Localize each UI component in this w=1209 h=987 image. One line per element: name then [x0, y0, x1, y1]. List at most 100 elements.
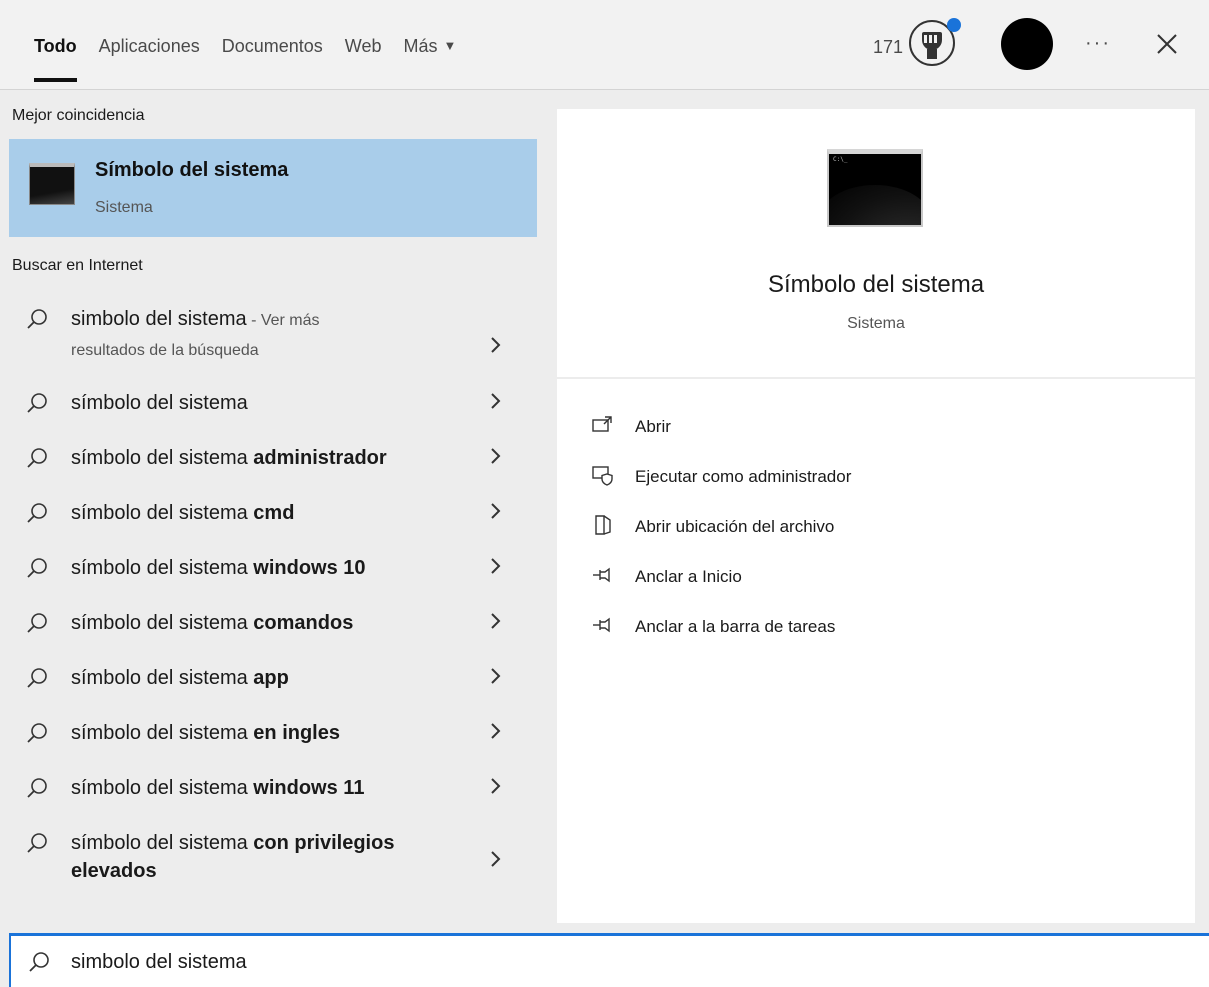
web-result-text: simbolo del sistema - Ver más resultados… [71, 305, 491, 365]
tab-aplicaciones[interactable]: Aplicaciones [99, 36, 200, 66]
web-search-header: Buscar en Internet [12, 257, 143, 274]
web-result-suffix: - Ver más [246, 312, 320, 329]
preview-header: C:\_ Símbolo del sistema Sistema [557, 109, 1195, 379]
search-input[interactable] [71, 946, 971, 978]
chevron-right-icon [489, 721, 503, 741]
suggestion-text: símbolo del sistema windows 11 [71, 774, 451, 802]
search-icon [27, 723, 47, 743]
suggestion-bold: en ingles [253, 722, 340, 744]
action-label: Anclar a la barra de tareas [635, 617, 836, 636]
search-icon [27, 448, 47, 468]
action-label: Abrir ubicación del archivo [635, 517, 835, 536]
suggestion-text: símbolo del sistema comandos [71, 609, 451, 637]
suggestion-bold: app [253, 667, 289, 689]
tab-documentos[interactable]: Documentos [222, 36, 323, 66]
chevron-right-icon [489, 335, 503, 355]
search-box [9, 933, 1209, 987]
command-prompt-large-icon: C:\_ [827, 149, 923, 227]
trophy-base [927, 49, 937, 59]
suggestion-text: símbolo del sistema [71, 389, 451, 417]
suggestion-text: símbolo del sistema cmd [71, 499, 451, 527]
suggestion-base: símbolo del sistema [71, 447, 254, 469]
rewards-trophy-icon[interactable] [909, 18, 961, 66]
shield-icon [592, 466, 613, 486]
preview-subtitle: Sistema [847, 315, 905, 332]
suggestion-base: símbolo del sistema [71, 832, 254, 854]
best-match-header: Mejor coincidencia [12, 107, 145, 124]
search-icon [29, 952, 49, 972]
preview-pane: C:\_ Símbolo del sistema Sistema Abrir E… [557, 109, 1195, 923]
web-suggestion[interactable]: símbolo del sistema en ingles [9, 719, 537, 749]
web-result-query: simbolo del sistema [71, 308, 247, 330]
search-icon [27, 613, 47, 633]
suggestion-bold: administrador [253, 447, 387, 469]
chevron-right-icon [489, 849, 503, 869]
command-prompt-icon [29, 163, 75, 205]
search-icon [27, 778, 47, 798]
suggestion-bold: windows 10 [253, 557, 366, 579]
action-label: Anclar a Inicio [635, 567, 742, 586]
suggestion-text: símbolo del sistema windows 10 [71, 554, 451, 582]
search-icon [27, 309, 47, 329]
web-suggestion[interactable]: símbolo del sistema cmd [9, 499, 537, 529]
chevron-right-icon [489, 391, 503, 411]
open-icon [592, 416, 612, 432]
pin-icon [593, 617, 610, 633]
trophy-cup [922, 32, 942, 50]
caret-down-icon: ▼ [443, 38, 457, 53]
pin-icon [593, 567, 610, 583]
search-icon [27, 503, 47, 523]
search-icon [27, 668, 47, 688]
suggestion-text: símbolo del sistema administrador [71, 444, 451, 472]
best-match-subtitle: Sistema [95, 199, 153, 216]
web-suggestion[interactable]: símbolo del sistema windows 11 [9, 774, 537, 804]
search-icon [27, 833, 47, 853]
chevron-right-icon [489, 611, 503, 631]
suggestion-base: símbolo del sistema [71, 612, 254, 634]
chevron-right-icon [489, 776, 503, 796]
chevron-right-icon [489, 446, 503, 466]
web-result-see-more[interactable]: simbolo del sistema - Ver más resultados… [9, 305, 537, 365]
suggestion-base: símbolo del sistema [71, 667, 254, 689]
file-location-icon [595, 515, 611, 535]
suggestion-base: símbolo del sistema [71, 722, 254, 744]
chevron-right-icon [489, 556, 503, 576]
web-suggestion[interactable]: símbolo del sistema con privilegios elev… [9, 829, 537, 889]
search-icon [27, 393, 47, 413]
suggestion-bold: con privilegios [253, 832, 395, 854]
best-match-title: Símbolo del sistema [95, 159, 289, 181]
suggestion-bold-line2: elevados [71, 860, 157, 882]
close-icon[interactable] [1147, 24, 1187, 64]
suggestion-text: símbolo del sistema app [71, 664, 451, 692]
chevron-right-icon [489, 501, 503, 521]
tab-todo[interactable]: Todo [34, 36, 77, 82]
tab-mas[interactable]: Más ▼ [403, 36, 456, 66]
avatar[interactable] [1001, 18, 1053, 70]
notification-dot [947, 18, 961, 32]
suggestion-bold: comandos [253, 612, 354, 634]
action-label: Ejecutar como administrador [635, 467, 852, 486]
action-label: Abrir [635, 417, 671, 436]
suggestion-bold: cmd [253, 502, 295, 524]
web-suggestion[interactable]: símbolo del sistema windows 10 [9, 554, 537, 584]
suggestion-base: símbolo del sistema [71, 392, 248, 414]
suggestion-bold: windows 11 [253, 777, 365, 799]
web-suggestion[interactable]: símbolo del sistema app [9, 664, 537, 694]
best-match-item[interactable]: Símbolo del sistema Sistema [9, 139, 537, 237]
web-suggestion[interactable]: símbolo del sistema [9, 389, 537, 419]
chevron-right-icon [489, 666, 503, 686]
suggestion-text: símbolo del sistema con privilegios elev… [71, 829, 451, 885]
suggestion-text: símbolo del sistema en ingles [71, 719, 451, 747]
web-suggestion[interactable]: símbolo del sistema administrador [9, 444, 537, 474]
results-list: Mejor coincidencia Símbolo del sistema S… [0, 91, 545, 923]
suggestion-base: símbolo del sistema [71, 777, 254, 799]
top-bar: Todo Aplicaciones Documentos Web Más ▼ 17… [0, 0, 1209, 90]
tab-mas-label: Más [403, 36, 438, 56]
suggestion-base: símbolo del sistema [71, 502, 254, 524]
web-result-line2: resultados de la búsqueda [71, 342, 259, 359]
tab-web[interactable]: Web [345, 36, 382, 66]
more-icon[interactable]: ··· [1085, 32, 1111, 55]
preview-title: Símbolo del sistema [767, 271, 985, 298]
filter-tabs: Todo Aplicaciones Documentos Web Más ▼ [34, 36, 478, 82]
web-suggestion[interactable]: símbolo del sistema comandos [9, 609, 537, 639]
